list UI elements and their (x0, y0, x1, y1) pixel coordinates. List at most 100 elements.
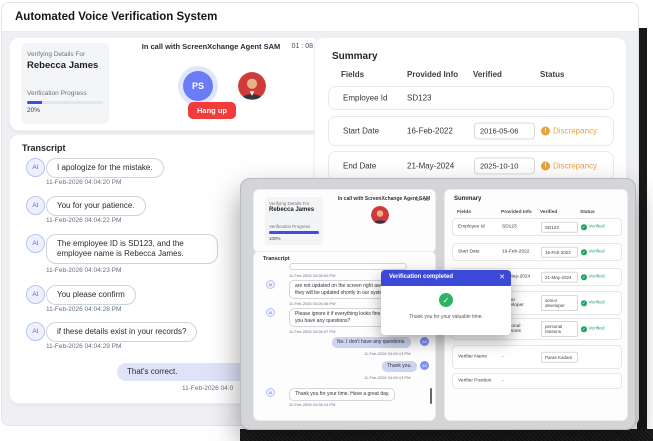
column-header-verified: Verified (473, 70, 502, 79)
desktop-edge-bottom (240, 429, 653, 441)
ai-avatar: AI (26, 322, 45, 341)
verified-input[interactable]: senior developer (541, 295, 578, 311)
row-field: Verifier Name (458, 354, 488, 360)
summary-row: Employee Id SD123 (328, 86, 614, 110)
verification-dialog: Verification completed ✕ ✓ Thank you for… (381, 270, 511, 335)
verified-check-icon: ✓ (581, 326, 587, 332)
ai-avatar: AI (26, 158, 45, 177)
ai-avatar: AI (26, 196, 45, 215)
verifying-label: Verifying Details For (269, 201, 310, 206)
row-field: Employee Id (343, 93, 388, 103)
person-name: Rebecca James (269, 207, 315, 213)
row-field: Verifier Position (458, 378, 492, 384)
transcript-message: Thank you for your time. Have a great da… (289, 388, 396, 401)
call-timer: 02 : 31 (415, 197, 429, 202)
verified-date-input[interactable] (474, 157, 535, 175)
message-timestamp: 11-Feb-2026 04:06:06 PM (289, 301, 336, 306)
screen: Automated Voice Verification System Veri… (0, 0, 653, 441)
verifying-label: Verifying Details For (27, 51, 86, 58)
row-provided: 16-Feb-2022 (502, 249, 530, 255)
user-message: No. I don't have any questions. (332, 337, 411, 348)
column-header-fields: Fields (457, 210, 471, 215)
verified-check-icon: ✓ (581, 224, 587, 230)
message-timestamp: 11-Feb-2026 04:06:14 PM (289, 402, 336, 407)
summary-row: End Date 21-May-2024 ! Discrepancy (328, 151, 614, 181)
status-badge: ✓ Verified (581, 224, 605, 230)
verified-input[interactable]: 16-Feb-2022 (541, 246, 578, 258)
dialog-header: Verification completed ✕ (381, 270, 511, 286)
verification-progress-bar (27, 101, 103, 104)
column-header-fields: Fields (341, 70, 365, 79)
discrepancy-icon: ! (541, 126, 550, 136)
progress-label: Verification Progress (269, 224, 311, 229)
row-field: Start Date (458, 249, 480, 255)
person-name: Rebecca James (27, 60, 99, 71)
message-timestamp: 11-Feb-2026 04:04:28 PM (46, 306, 122, 313)
row-field: Employee Id (458, 224, 485, 230)
close-icon[interactable]: ✕ (499, 273, 505, 281)
modal-call-card: Verifying Details For Rebecca James Veri… (253, 189, 436, 253)
page-title: Automated Voice Verification System (15, 11, 218, 23)
partial-message-bubble (289, 263, 407, 270)
message-timestamp: 11-Feb-2026 04:06:13 PM (364, 375, 411, 380)
ai-avatar: AI (26, 234, 45, 253)
column-header-verified: Verified (540, 210, 558, 215)
message-timestamp: 11-Feb-2026 04:04:22 PM (46, 217, 122, 224)
column-header-provided: Provided Info (407, 70, 459, 79)
row-provided: - (502, 378, 504, 384)
modal-verifying-details-box: Verifying Details For Rebecca James Veri… (265, 197, 323, 245)
verified-input[interactable]: personal reasons (541, 321, 578, 337)
verified-date-input[interactable] (474, 122, 535, 140)
ai-avatar: AI (266, 308, 275, 317)
success-check-icon: ✓ (439, 293, 453, 307)
person-photo-icon (238, 72, 266, 100)
person-avatar (238, 72, 266, 100)
call-timer: 01 : 08 (291, 43, 313, 50)
summary-title: Summary (454, 196, 482, 202)
status-badge: ✓ Verified (581, 274, 605, 280)
person-photo-icon (371, 206, 389, 224)
verifier-name-input[interactable]: Paras Kadam (541, 351, 578, 363)
user-message: Thank you. (382, 361, 417, 372)
summary-title: Summary (332, 51, 378, 62)
row-provided: - (502, 354, 504, 360)
status-label: Discrepancy (553, 126, 598, 136)
user-avatar: AS (420, 337, 429, 346)
status-badge: ✓ Verified (581, 249, 605, 255)
hangup-button[interactable]: Hang up (188, 102, 236, 119)
person-avatar (371, 206, 389, 224)
message-timestamp: 11-Feb-2026 04:06:00 PM (289, 273, 336, 278)
verifying-details-box: Verifying Details For Rebecca James Veri… (21, 43, 109, 124)
ai-avatar: AI (266, 280, 275, 289)
transcript-message: You please confirm (46, 285, 136, 305)
transcript-scrollbar[interactable] (430, 388, 432, 404)
verified-input[interactable]: 21-May-2024 (541, 271, 578, 283)
message-timestamp: 11-Feb-2026 04:04:23 PM (46, 267, 122, 274)
status-label: Verified (588, 274, 605, 280)
column-header-provided: Provided Info (501, 210, 532, 215)
message-timestamp: 11-Feb-2026 04:04:20 PM (46, 179, 122, 186)
verified-input[interactable]: SD123 (541, 221, 578, 233)
status-label: Verified (588, 249, 605, 255)
verified-check-icon: ✓ (581, 300, 587, 306)
row-provided: 21-May-2024 (407, 161, 455, 171)
status-badge: ! Discrepancy (541, 126, 598, 136)
row-field: Start Date (343, 126, 380, 136)
transcript-message: I apologize for the mistake. (46, 158, 164, 178)
status-badge: ✓ Verified (581, 326, 605, 332)
discrepancy-icon: ! (541, 161, 550, 171)
message-timestamp: 11-Feb-2026 04:0 (182, 385, 234, 392)
verified-check-icon: ✓ (581, 249, 587, 255)
ai-avatar: AI (266, 388, 275, 397)
summary-row: Start Date 16-Feb-2022 16-Feb-2022 ✓ Ver… (452, 243, 622, 261)
progress-label: Verification Progress (27, 90, 87, 97)
status-badge: ✓ Verified (581, 300, 605, 306)
summary-row: Start Date 16-Feb-2022 ! Discrepancy (328, 116, 614, 146)
dialog-message: Thank you for your valuable time. (409, 314, 483, 320)
message-timestamp: 11-Feb-2026 04:06:13 PM (364, 351, 411, 356)
message-timestamp: 11-Feb-2026 04:06:07 PM (289, 329, 336, 334)
status-badge: ! Discrepancy (541, 161, 597, 171)
call-status-text: In call with ScreenXchange Agent SAM (141, 42, 281, 51)
summary-row: Verifier Position - (452, 373, 622, 389)
row-field: End Date (343, 161, 377, 171)
